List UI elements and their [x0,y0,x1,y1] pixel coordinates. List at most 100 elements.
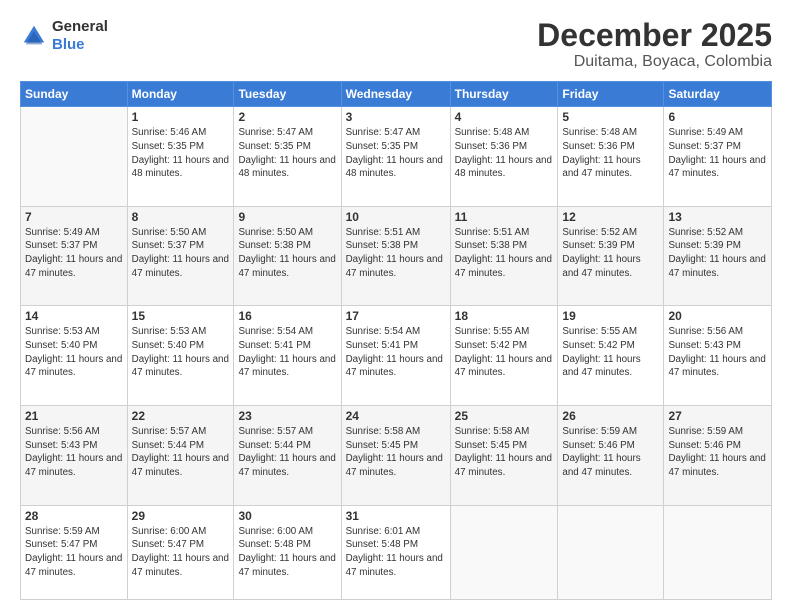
day-number: 12 [562,210,659,224]
calendar-table: SundayMondayTuesdayWednesdayThursdayFrid… [20,81,772,600]
day-number: 11 [455,210,554,224]
day-number: 1 [132,110,230,124]
calendar-cell: 24Sunrise: 5:58 AMSunset: 5:45 PMDayligh… [341,405,450,505]
calendar-cell: 13 Sunrise: 5:52 AMSunset: 5:39 PMDayligh… [664,206,772,306]
calendar-cell: 27 Sunrise: 5:59 AMSunset: 5:46 PMDayligh… [664,405,772,505]
day-number: 31 [346,509,446,523]
day-number: 14 [25,309,123,323]
calendar-cell: 14Sunrise: 5:53 AMSunset: 5:40 PMDayligh… [21,306,128,406]
calendar-cell: 22Sunrise: 5:57 AMSunset: 5:44 PMDayligh… [127,405,234,505]
day-info: Sunrise: 5:57 AMSunset: 5:44 PMDaylight:… [132,425,230,480]
calendar-cell: 11 Sunrise: 5:51 AMSunset: 5:38 PMDayligh… [450,206,558,306]
calendar-cell [664,505,772,600]
day-info: Sunrise: 5:58 AMSunset: 5:45 PMDaylight:… [346,425,446,480]
calendar-week-row: 1 Sunrise: 5:46 AMSunset: 5:35 PMDaylight… [21,107,772,207]
day-info: Sunrise: 5:54 AMSunset: 5:41 PMDaylight:… [238,325,336,380]
day-number: 21 [25,409,123,423]
weekday-header-saturday: Saturday [664,82,772,107]
day-number: 2 [238,110,336,124]
day-number: 23 [238,409,336,423]
day-info: Sunrise: 5:47 AMSunset: 5:35 PMDaylight:… [238,126,336,181]
day-info: Sunrise: 5:51 AMSunset: 5:38 PMDaylight:… [455,226,554,281]
day-info: Sunrise: 5:58 AMSunset: 5:45 PMDaylight:… [455,425,554,480]
day-info: Sunrise: 5:55 AMSunset: 5:42 PMDaylight:… [562,325,659,380]
day-info: Sunrise: 6:01 AMSunset: 5:48 PMDaylight:… [346,525,446,580]
calendar-cell: 28Sunrise: 5:59 AMSunset: 5:47 PMDayligh… [21,505,128,600]
day-info: Sunrise: 5:56 AMSunset: 5:43 PMDaylight:… [668,325,767,380]
title-block: December 2025 Duitama, Boyaca, Colombia [537,18,772,71]
calendar-cell [450,505,558,600]
day-number: 10 [346,210,446,224]
weekday-header-tuesday: Tuesday [234,82,341,107]
calendar-cell: 29 Sunrise: 6:00 AMSunset: 5:47 PMDayligh… [127,505,234,600]
day-number: 17 [346,309,446,323]
logo-text: General Blue [52,18,108,54]
calendar-week-row: 21 Sunrise: 5:56 AMSunset: 5:43 PMDayligh… [21,405,772,505]
day-number: 20 [668,309,767,323]
calendar-cell: 9Sunrise: 5:50 AMSunset: 5:38 PMDaylight… [234,206,341,306]
day-info: Sunrise: 5:49 AMSunset: 5:37 PMDaylight:… [25,226,123,281]
calendar-cell: 31 Sunrise: 6:01 AMSunset: 5:48 PMDayligh… [341,505,450,600]
weekday-header-thursday: Thursday [450,82,558,107]
weekday-header-sunday: Sunday [21,82,128,107]
calendar-cell: 3 Sunrise: 5:47 AMSunset: 5:35 PMDaylight… [341,107,450,207]
calendar-cell: 16 Sunrise: 5:54 AMSunset: 5:41 PMDayligh… [234,306,341,406]
day-info: Sunrise: 5:48 AMSunset: 5:36 PMDaylight:… [562,126,659,181]
day-number: 26 [562,409,659,423]
day-info: Sunrise: 5:56 AMSunset: 5:43 PMDaylight:… [25,425,123,480]
day-number: 9 [238,210,336,224]
day-number: 5 [562,110,659,124]
day-info: Sunrise: 5:54 AMSunset: 5:41 PMDaylight:… [346,325,446,380]
day-info: Sunrise: 5:50 AMSunset: 5:37 PMDaylight:… [132,226,230,281]
day-number: 8 [132,210,230,224]
calendar-cell [21,107,128,207]
day-number: 15 [132,309,230,323]
day-number: 19 [562,309,659,323]
calendar-cell: 15 Sunrise: 5:53 AMSunset: 5:40 PMDayligh… [127,306,234,406]
logo: General Blue [20,18,108,54]
calendar-cell: 12 Sunrise: 5:52 AMSunset: 5:39 PMDayligh… [558,206,664,306]
day-info: Sunrise: 5:47 AMSunset: 5:35 PMDaylight:… [346,126,446,181]
calendar-cell: 2 Sunrise: 5:47 AMSunset: 5:35 PMDaylight… [234,107,341,207]
day-info: Sunrise: 5:52 AMSunset: 5:39 PMDaylight:… [562,226,659,281]
calendar-cell: 7 Sunrise: 5:49 AMSunset: 5:37 PMDaylight… [21,206,128,306]
day-number: 16 [238,309,336,323]
day-info: Sunrise: 5:53 AMSunset: 5:40 PMDaylight:… [132,325,230,380]
day-number: 13 [668,210,767,224]
calendar-cell: 18Sunrise: 5:55 AMSunset: 5:42 PMDayligh… [450,306,558,406]
calendar-cell: 5 Sunrise: 5:48 AMSunset: 5:36 PMDaylight… [558,107,664,207]
day-number: 28 [25,509,123,523]
calendar-cell: 10 Sunrise: 5:51 AMSunset: 5:38 PMDayligh… [341,206,450,306]
header: General Blue December 2025 Duitama, Boya… [20,18,772,71]
calendar-cell: 19 Sunrise: 5:55 AMSunset: 5:42 PMDayligh… [558,306,664,406]
day-info: Sunrise: 5:48 AMSunset: 5:36 PMDaylight:… [455,126,554,181]
location: Duitama, Boyaca, Colombia [537,53,772,71]
weekday-header-monday: Monday [127,82,234,107]
calendar-week-row: 14 Sunrise: 5:53 AMSunset: 5:40 PMDayligh… [21,306,772,406]
day-info: Sunrise: 5:59 AMSunset: 5:46 PMDaylight:… [668,425,767,480]
logo-general: General [52,18,108,35]
day-info: Sunrise: 6:00 AMSunset: 5:47 PMDaylight:… [132,525,230,580]
day-info: Sunrise: 5:46 AMSunset: 5:35 PMDaylight:… [132,126,230,181]
month-title: December 2025 [537,18,772,53]
day-number: 3 [346,110,446,124]
calendar-cell: 17 Sunrise: 5:54 AMSunset: 5:41 PMDayligh… [341,306,450,406]
weekday-header-friday: Friday [558,82,664,107]
calendar-cell: 20 Sunrise: 5:56 AMSunset: 5:43 PMDayligh… [664,306,772,406]
day-number: 4 [455,110,554,124]
day-info: Sunrise: 5:57 AMSunset: 5:44 PMDaylight:… [238,425,336,480]
calendar-cell: 1 Sunrise: 5:46 AMSunset: 5:35 PMDaylight… [127,107,234,207]
day-number: 29 [132,509,230,523]
day-number: 27 [668,409,767,423]
day-number: 18 [455,309,554,323]
day-number: 25 [455,409,554,423]
day-info: Sunrise: 5:51 AMSunset: 5:38 PMDaylight:… [346,226,446,281]
day-number: 30 [238,509,336,523]
day-info: Sunrise: 5:52 AMSunset: 5:39 PMDaylight:… [668,226,767,281]
logo-blue: Blue [52,36,85,53]
day-info: Sunrise: 5:49 AMSunset: 5:37 PMDaylight:… [668,126,767,181]
day-number: 6 [668,110,767,124]
day-number: 7 [25,210,123,224]
calendar-cell [558,505,664,600]
calendar-cell: 23 Sunrise: 5:57 AMSunset: 5:44 PMDayligh… [234,405,341,505]
